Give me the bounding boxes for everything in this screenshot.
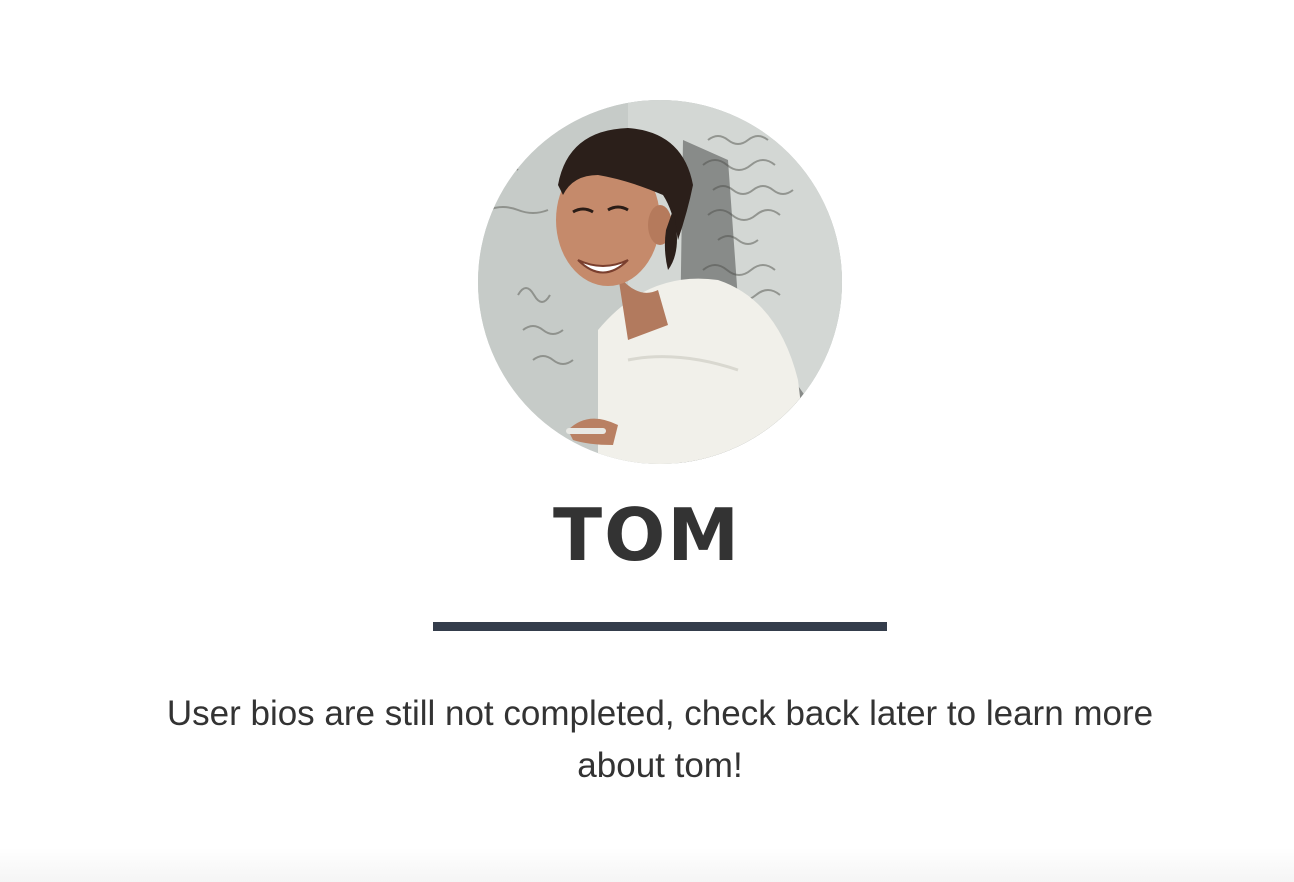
avatar — [478, 100, 842, 464]
desk-item — [566, 428, 606, 434]
profile-bio: User bios are still not completed, check… — [166, 694, 1154, 785]
profile-name: TOM — [553, 493, 741, 577]
avatar-photo — [478, 100, 842, 464]
name-divider — [433, 622, 887, 631]
profile-page: TOM User bios are still not completed, c… — [0, 0, 1294, 882]
